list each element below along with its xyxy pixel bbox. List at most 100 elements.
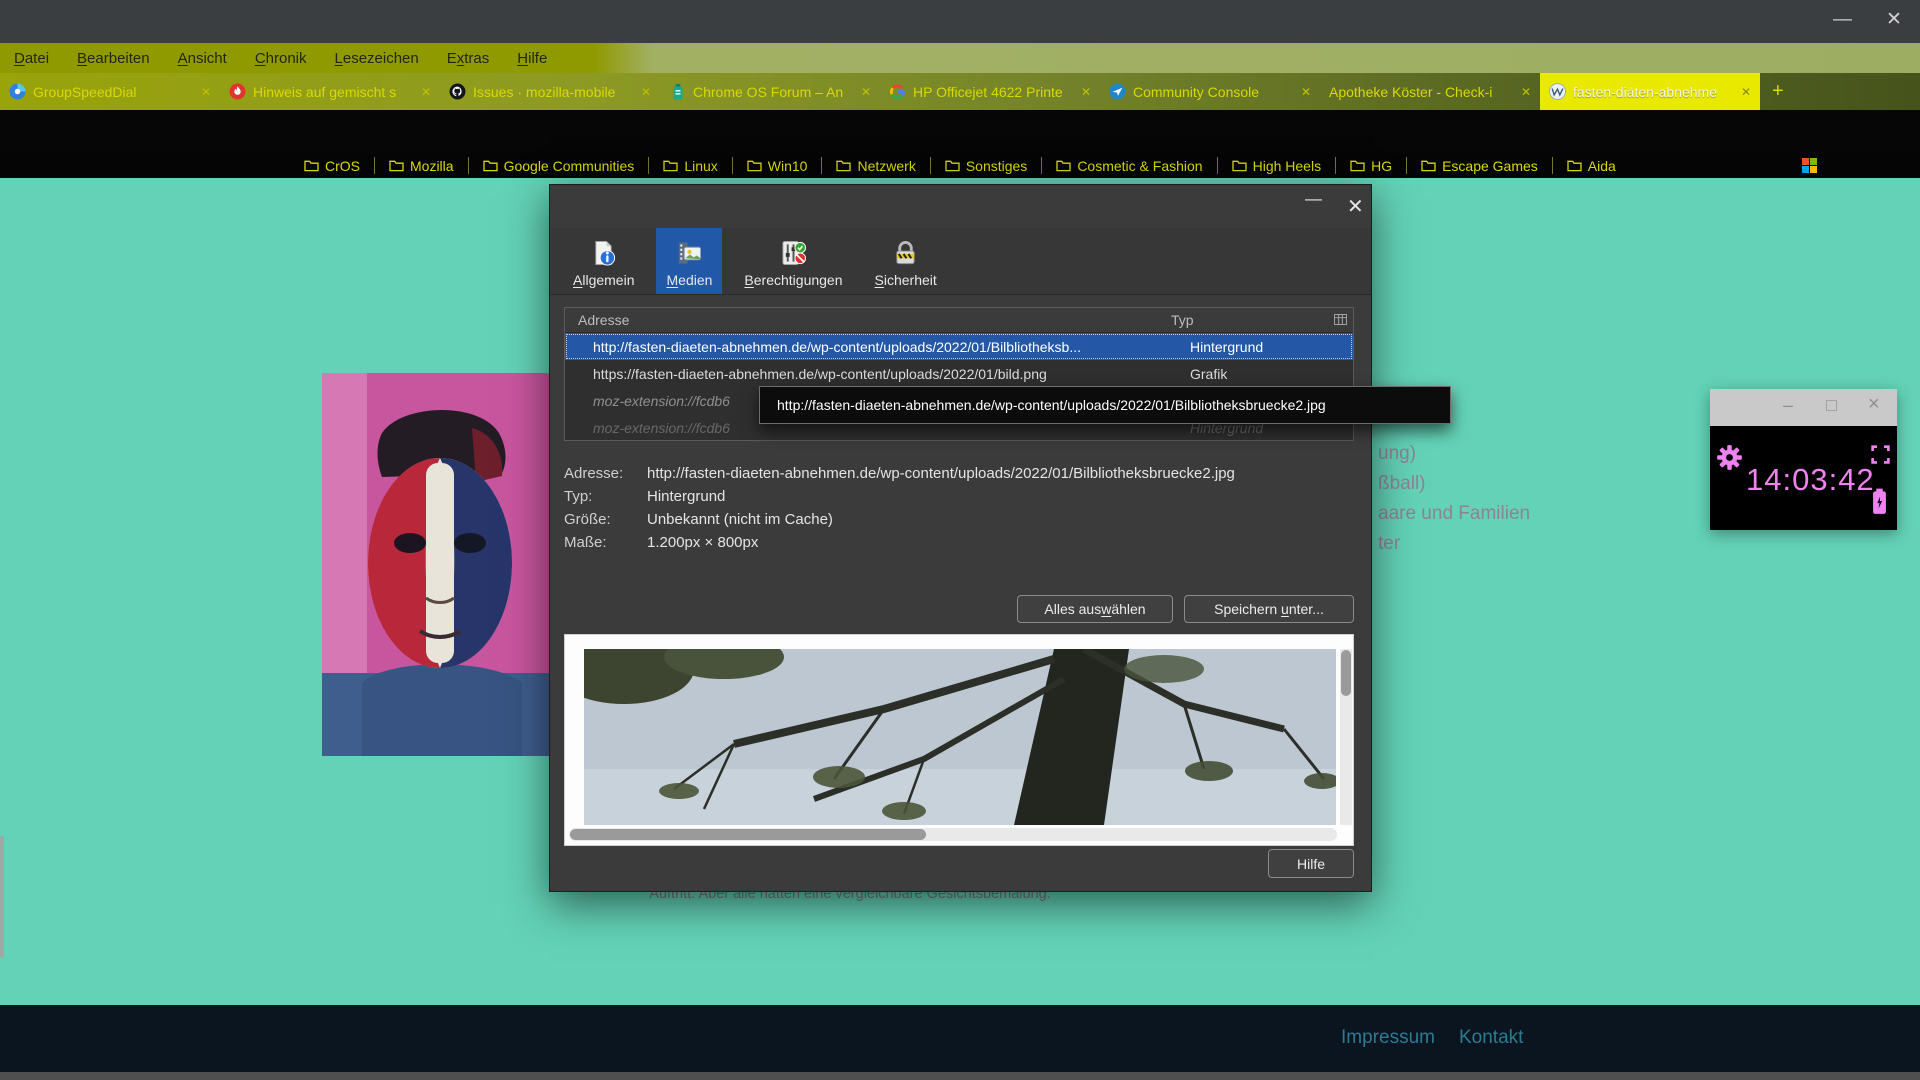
tab-close-icon[interactable]: ✕ <box>1521 85 1531 99</box>
bookmark-win10[interactable]: Win10 <box>733 157 823 174</box>
tab-close-icon[interactable]: ✕ <box>641 85 651 99</box>
column-header-adresse[interactable]: Adresse <box>565 312 1171 328</box>
tab-chromeos-forum[interactable]: Chrome OS Forum – An ✕ <box>660 73 880 110</box>
menu-chronik[interactable]: Chronik <box>255 50 307 67</box>
dialog-titlebar[interactable]: — ✕ <box>550 185 1371 228</box>
tab-hinweis[interactable]: Hinweis auf gemischt s ✕ <box>220 73 440 110</box>
dialog-tab-medien[interactable]: Medien <box>656 228 722 294</box>
bottom-bar <box>0 1072 1920 1080</box>
general-info-icon <box>590 239 617 270</box>
tree-preview-image <box>584 649 1336 825</box>
folder-icon <box>1421 159 1436 172</box>
security-lock-icon <box>892 239 919 270</box>
tab-github-issues[interactable]: Issues · mozilla-mobile ✕ <box>440 73 660 110</box>
media-list-header[interactable]: Adresse Typ <box>565 308 1353 333</box>
folder-icon <box>836 159 851 172</box>
wordpress-icon <box>1549 83 1566 100</box>
menu-hilfe[interactable]: Hilfe <box>517 50 547 67</box>
dialog-tab-strip: Allgemein Medien Berechtigungen Sicherhe… <box>550 228 1371 295</box>
folder-icon <box>1567 159 1582 172</box>
menu-lesezeichen[interactable]: Lesezeichen <box>335 50 419 67</box>
github-icon <box>449 83 466 100</box>
bookmark-cros[interactable]: CrOS <box>290 157 375 174</box>
face-paint-image <box>322 373 557 756</box>
tab-close-icon[interactable]: ✕ <box>1081 85 1091 99</box>
menu-datei[interactable]: Datei <box>14 50 49 67</box>
page-text-fragment: ung) <box>1378 443 1416 465</box>
menu-bearbeiten[interactable]: Bearbeiten <box>77 50 150 67</box>
tab-close-icon[interactable]: ✕ <box>1741 85 1751 99</box>
menu-ansicht[interactable]: Ansicht <box>178 50 227 67</box>
tab-close-icon[interactable]: ✕ <box>1301 85 1311 99</box>
menu-extras[interactable]: Extras <box>447 50 490 67</box>
colored-grid-icon[interactable] <box>1802 158 1817 173</box>
media-row[interactable]: https://fasten-diaeten-abnehmen.de/wp-co… <box>565 360 1353 387</box>
detail-label: Adresse: <box>564 465 647 482</box>
dialog-tab-allgemein[interactable]: Allgemein <box>563 228 644 294</box>
detail-value: 1.200px × 800px <box>647 534 1235 551</box>
clock-time: 14:03:42 <box>1746 462 1875 498</box>
window-close-button[interactable]: ✕ <box>1886 8 1902 32</box>
detail-label: Größe: <box>564 511 647 528</box>
fullscreen-icon[interactable] <box>1870 444 1891 470</box>
dialog-minimize-button[interactable]: — <box>1305 189 1322 209</box>
dialog-tab-sicherheit[interactable]: Sicherheit <box>865 228 947 294</box>
new-tab-button[interactable]: + <box>1760 73 1796 110</box>
menubar: Datei Bearbeiten Ansicht Chronik Lesezei… <box>0 43 1920 73</box>
nav-toolbar: ← → ⟳ ⌂ https://fasten-diaeten-abnehmen.… <box>0 110 1920 153</box>
footer-link-impressum[interactable]: Impressum <box>1341 1027 1435 1049</box>
folder-icon <box>747 159 762 172</box>
page-info-dialog: — ✕ Allgemein Medien Berechtigungen Sich… <box>549 184 1372 892</box>
media-row[interactable]: http://fasten-diaeten-abnehmen.de/wp-con… <box>565 333 1353 360</box>
bookmark-google-communities[interactable]: Google Communities <box>469 157 650 174</box>
tab-community-console[interactable]: Community Console ✕ <box>1100 73 1320 110</box>
help-button[interactable]: Hilfe <box>1268 849 1354 878</box>
battery-icon[interactable] <box>1872 488 1887 520</box>
detail-value: http://fasten-diaeten-abnehmen.de/wp-con… <box>647 465 1235 482</box>
bookmark-netzwerk[interactable]: Netzwerk <box>822 157 930 174</box>
permissions-icon <box>780 239 807 270</box>
page-text-fragment: aare und Familien <box>1378 503 1530 525</box>
scrollbar-thumb[interactable] <box>570 829 926 840</box>
tab-fasten-diaeten-active[interactable]: fasten-diäten-abnehme ✕ <box>1540 73 1760 110</box>
bookmark-hg[interactable]: HG <box>1336 157 1407 174</box>
window-minimize-button[interactable]: — <box>1833 8 1852 32</box>
column-header-typ[interactable]: Typ <box>1171 312 1334 328</box>
tab-hp-officejet[interactable]: HP Officejet 4622 Printe ✕ <box>880 73 1100 110</box>
dialog-tab-berechtigungen[interactable]: Berechtigungen <box>734 228 852 294</box>
console-icon <box>1109 83 1126 100</box>
tab-close-icon[interactable]: ✕ <box>421 85 431 99</box>
select-all-button[interactable]: Alles auswählen <box>1017 595 1173 623</box>
dialog-close-button[interactable]: ✕ <box>1347 194 1364 219</box>
clock-titlebar[interactable]: – □ × <box>1710 389 1897 426</box>
page-scrollbar[interactable] <box>0 836 4 958</box>
folder-icon <box>483 159 498 172</box>
tab-strip: GroupSpeedDial ✕ Hinweis auf gemischt s … <box>0 73 1920 110</box>
preview-vertical-scrollbar[interactable] <box>1340 649 1352 825</box>
clock-minimize-button[interactable]: – <box>1783 395 1793 416</box>
scrollbar-thumb[interactable] <box>1341 650 1351 696</box>
bookmark-high-heels[interactable]: High Heels <box>1218 157 1336 174</box>
tab-close-icon[interactable]: ✕ <box>201 85 211 99</box>
preview-horizontal-scrollbar[interactable] <box>569 828 1337 841</box>
tab-groupspeeddial[interactable]: GroupSpeedDial ✕ <box>0 73 220 110</box>
footer-link-kontakt[interactable]: Kontakt <box>1459 1027 1523 1049</box>
folder-icon <box>663 159 678 172</box>
clock-widget: – □ × 14:03:42 <box>1710 389 1897 530</box>
bookmark-aida[interactable]: Aida <box>1553 157 1630 174</box>
column-picker-icon[interactable] <box>1334 312 1353 328</box>
bookmark-linux[interactable]: Linux <box>649 157 732 174</box>
bookmark-escape-games[interactable]: Escape Games <box>1407 157 1553 174</box>
bookmark-mozilla[interactable]: Mozilla <box>375 157 469 174</box>
folder-icon <box>304 159 319 172</box>
tab-close-icon[interactable]: ✕ <box>861 85 871 99</box>
window-titlebar: — ✕ <box>0 0 1920 43</box>
clock-maximize-button[interactable]: □ <box>1826 395 1837 416</box>
tab-apotheke[interactable]: Apotheke Köster - Check-i ✕ <box>1320 73 1540 110</box>
forum-icon <box>669 83 686 100</box>
save-as-button[interactable]: Speichern unter... <box>1184 595 1354 623</box>
gear-icon[interactable] <box>1716 444 1743 476</box>
clock-close-button[interactable]: × <box>1868 393 1880 416</box>
bookmark-cosmetic-fashion[interactable]: Cosmetic & Fashion <box>1042 157 1217 174</box>
bookmark-sonstiges[interactable]: Sonstiges <box>931 157 1042 174</box>
